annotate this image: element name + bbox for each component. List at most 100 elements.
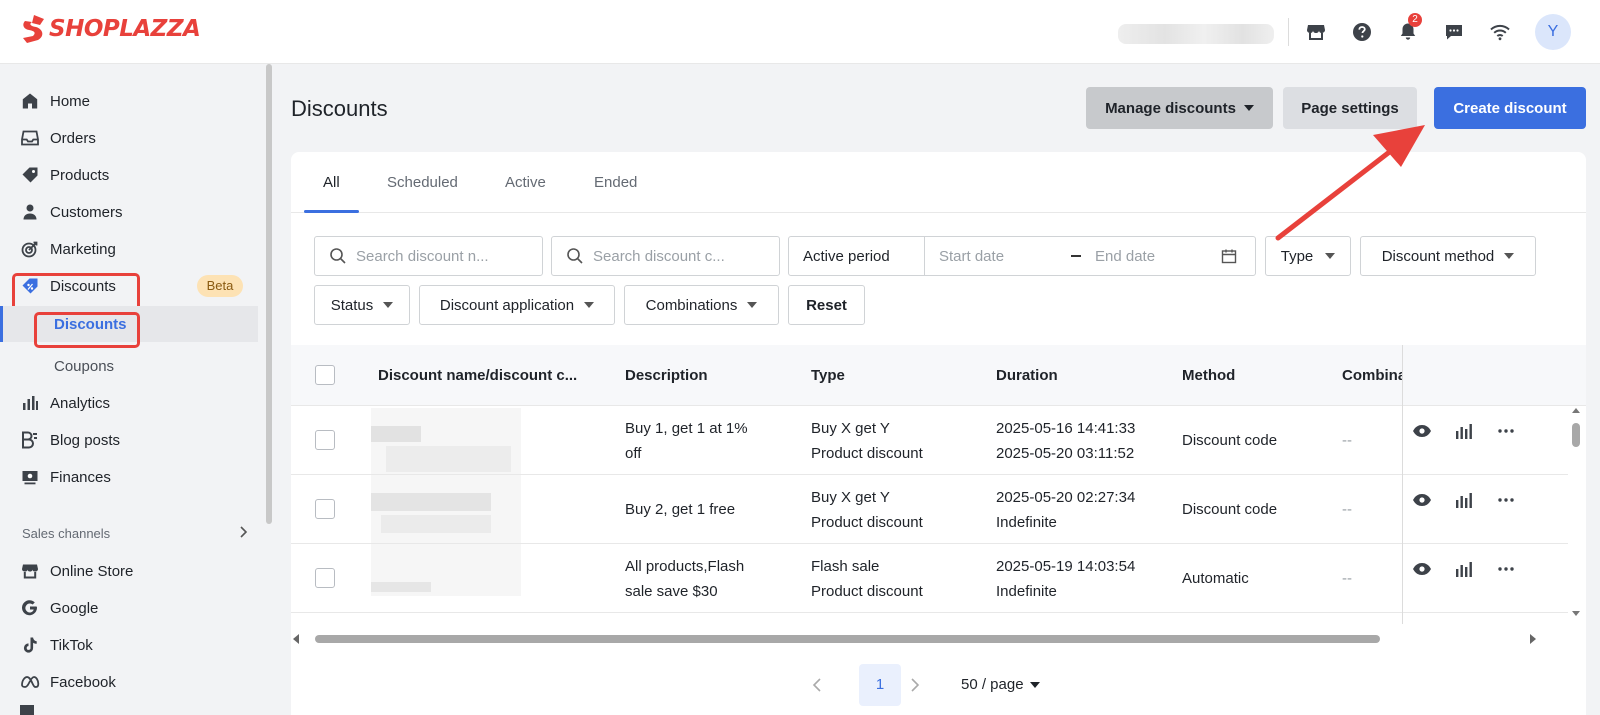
home-icon bbox=[20, 91, 40, 111]
combinations-cell: -- bbox=[1342, 570, 1352, 587]
reset-button[interactable]: Reset bbox=[788, 285, 865, 325]
view-eye-icon[interactable] bbox=[1411, 558, 1433, 580]
caret-down-icon bbox=[1504, 253, 1515, 259]
caret-down-icon bbox=[383, 302, 394, 308]
type-cell: Flash sale Product discount bbox=[811, 558, 923, 600]
next-page-icon[interactable] bbox=[909, 677, 921, 693]
combinations-dropdown[interactable]: Combinations bbox=[624, 285, 779, 325]
pagination: 1 50 / page bbox=[291, 648, 1586, 715]
sidebar-subitem-coupons[interactable]: Coupons bbox=[36, 348, 114, 384]
tag-icon bbox=[20, 165, 40, 185]
tab-ended[interactable]: Ended bbox=[594, 152, 637, 213]
sidebar-item-label: Google bbox=[50, 599, 99, 617]
chevron-right-icon[interactable] bbox=[236, 525, 250, 539]
sidebar-item-finances[interactable]: Finances bbox=[0, 459, 265, 495]
sidebar-channel-tiktok[interactable]: TikTok bbox=[0, 627, 265, 663]
analytics-bar-icon[interactable] bbox=[1453, 420, 1475, 442]
row-checkbox[interactable] bbox=[315, 568, 335, 588]
sidebar-item-orders[interactable]: Orders bbox=[0, 120, 265, 156]
tiktok-icon bbox=[20, 635, 40, 655]
person-icon bbox=[20, 202, 40, 222]
start-date-input[interactable]: Start date bbox=[939, 248, 1071, 265]
type-filter-dropdown[interactable]: Type bbox=[1265, 236, 1351, 276]
analytics-bar-icon[interactable] bbox=[1453, 489, 1475, 511]
more-options-icon[interactable] bbox=[1495, 489, 1517, 511]
end-date-input[interactable]: End date bbox=[1095, 248, 1221, 265]
row-checkbox[interactable] bbox=[315, 499, 335, 519]
sidebar-item-analytics[interactable]: Analytics bbox=[0, 385, 265, 421]
sidebar-item-label: Online Store bbox=[50, 562, 134, 580]
scroll-left-arrow-icon[interactable] bbox=[291, 632, 301, 646]
search-icon bbox=[567, 248, 583, 264]
avatar[interactable]: Y bbox=[1535, 14, 1571, 50]
select-all-checkbox[interactable] bbox=[315, 365, 335, 385]
sidebar-item-customers[interactable]: Customers bbox=[0, 194, 265, 230]
chat-icon[interactable] bbox=[1442, 20, 1466, 44]
help-icon[interactable] bbox=[1350, 20, 1374, 44]
discount-application-dropdown[interactable]: Discount application bbox=[419, 285, 615, 325]
sidebar-item-blog-posts[interactable]: Blog posts bbox=[0, 422, 265, 458]
search-name-input[interactable]: Search discount n... bbox=[314, 236, 543, 276]
sidebar-subitem-label: Coupons bbox=[54, 357, 115, 375]
sidebar-item-label: Analytics bbox=[50, 394, 111, 412]
discount-application-label: Discount application bbox=[439, 296, 575, 314]
table-row[interactable]: All products,Flash sale save $30 Flash sa… bbox=[291, 544, 1568, 613]
method-cell: Discount code bbox=[1182, 501, 1278, 518]
manage-discounts-button[interactable]: Manage discounts bbox=[1086, 87, 1273, 129]
column-header-name[interactable]: Discount name/discount c... bbox=[378, 345, 593, 406]
sidebar-item-home[interactable]: Home bbox=[0, 83, 265, 119]
discount-method-label: Discount method bbox=[1381, 247, 1495, 265]
sidebar-item-marketing[interactable]: Marketing bbox=[0, 231, 265, 267]
sidebar-item-products[interactable]: Products bbox=[0, 157, 265, 193]
view-eye-icon[interactable] bbox=[1411, 420, 1433, 442]
table-row[interactable]: Buy 1, get 1 at 1% off Buy X get Y Product… bbox=[291, 406, 1568, 475]
view-eye-icon[interactable] bbox=[1411, 489, 1433, 511]
sidebar-item-label: Products bbox=[50, 166, 110, 184]
sidebar-channel-facebook[interactable]: Facebook bbox=[0, 664, 265, 700]
tab-bar: All Scheduled Active Ended bbox=[291, 152, 1586, 213]
create-discount-button[interactable]: Create discount bbox=[1434, 87, 1586, 129]
table-row[interactable]: Buy 2, get 1 free Buy X get Y Product dis… bbox=[291, 475, 1568, 544]
blog-icon bbox=[20, 430, 40, 450]
inbox-icon bbox=[20, 128, 40, 148]
tab-active[interactable]: Active bbox=[505, 152, 546, 213]
sidebar-item-label: Orders bbox=[50, 129, 96, 147]
page-settings-label: Page settings bbox=[1301, 99, 1399, 117]
active-tab-indicator bbox=[304, 210, 359, 213]
sidebar-scrollbar[interactable] bbox=[266, 64, 272, 524]
wifi-icon[interactable] bbox=[1488, 20, 1512, 44]
manage-discounts-label: Manage discounts bbox=[1105, 99, 1236, 117]
horizontal-scroll-thumb[interactable] bbox=[315, 635, 1380, 643]
page-1-button[interactable]: 1 bbox=[859, 664, 901, 706]
more-options-icon[interactable] bbox=[1495, 558, 1517, 580]
scroll-right-arrow-icon[interactable] bbox=[1528, 632, 1538, 646]
active-period-field[interactable]: Active period Start date End date bbox=[788, 236, 1256, 276]
caret-down-icon bbox=[1029, 681, 1040, 688]
column-header-description: Description bbox=[625, 367, 708, 384]
discount-method-dropdown[interactable]: Discount method bbox=[1360, 236, 1536, 276]
status-filter-label: Status bbox=[330, 296, 374, 314]
duration-cell: 2025-05-20 02:27:34 Indefinite bbox=[996, 489, 1136, 531]
more-options-icon[interactable] bbox=[1495, 420, 1517, 442]
calendar-icon[interactable] bbox=[1221, 248, 1237, 264]
search-code-input[interactable]: Search discount c... bbox=[551, 236, 780, 276]
vertical-scrollbar[interactable] bbox=[1571, 407, 1581, 617]
store-name-blurred[interactable] bbox=[1118, 24, 1274, 44]
sidebar-item-label: Marketing bbox=[50, 240, 116, 258]
sidebar-channel-online-store[interactable]: Online Store bbox=[0, 553, 265, 589]
date-range-separator bbox=[1071, 255, 1081, 257]
page-settings-button[interactable]: Page settings bbox=[1283, 87, 1417, 129]
tab-all[interactable]: All bbox=[323, 152, 340, 213]
prev-page-icon[interactable] bbox=[811, 677, 823, 693]
reset-label: Reset bbox=[806, 296, 847, 314]
store-icon[interactable] bbox=[1304, 20, 1328, 44]
row-checkbox[interactable] bbox=[315, 430, 335, 450]
page-size-selector[interactable]: 50 / page bbox=[961, 676, 1040, 693]
tab-scheduled[interactable]: Scheduled bbox=[387, 152, 458, 213]
sidebar-channel-google[interactable]: Google bbox=[0, 590, 265, 626]
horizontal-scrollbar[interactable] bbox=[293, 632, 1574, 646]
top-bar: SHOPLAZZA 2 Y bbox=[0, 0, 1600, 64]
status-filter-dropdown[interactable]: Status bbox=[314, 285, 410, 325]
analytics-bar-icon[interactable] bbox=[1453, 558, 1475, 580]
shoplazza-logo[interactable]: SHOPLAZZA bbox=[20, 14, 201, 44]
